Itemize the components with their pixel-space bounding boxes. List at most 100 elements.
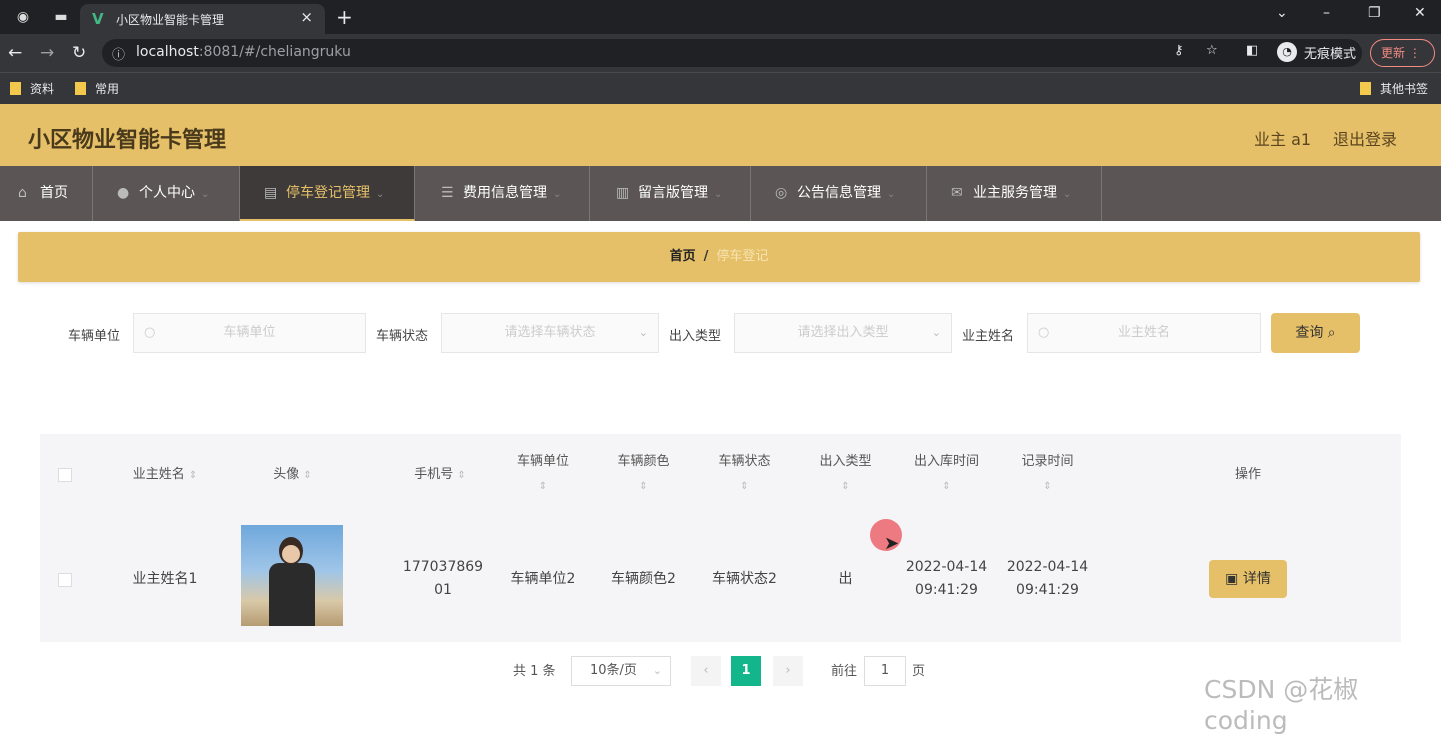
vehicle-status-label: 车辆状态 [376,329,429,344]
sort-icon[interactable]: ⇕ [457,470,465,481]
vehicle-unit-input[interactable]: ○ 车辆单位 [133,313,366,353]
current-user: 业主 a1 [1254,130,1312,149]
site-info-icon[interactable]: ⓘ [112,44,125,63]
mail-icon: ✉ [951,185,963,201]
search-icon: ○ [1038,325,1050,340]
sort-icon[interactable]: ⇕ [694,474,795,499]
bookmark-folder-ziliao[interactable]: 资料 [10,80,54,97]
url-field[interactable]: ⓘ localhost:8081/#/cheliangruku [102,39,1362,67]
inout-type-select[interactable]: 请选择出入类型 ⌄ [734,313,952,353]
col-inout-time[interactable]: 出入库时间 ⇕ [896,434,997,516]
minimize-icon[interactable]: – [1323,5,1330,21]
cell-vehicle-color: 车辆颜色2 [611,570,676,587]
tab-list-chevron-icon[interactable]: ⌄ [1276,5,1288,21]
document-icon: ▥ [616,185,630,201]
menu-item-fees[interactable]: ☰ 费用信息管理 ⌄ [415,166,590,221]
col-vehicle-status[interactable]: 车辆状态 ⇕ [694,434,795,516]
query-button[interactable]: 查询 ⌕ [1271,313,1360,353]
mouse-cursor-icon: ➤ [884,533,900,554]
side-panel-icon[interactable]: ◧ [1246,43,1258,58]
tab-search-icon[interactable]: ▬ [52,8,70,26]
cell-inout-time: 2022-04-14 09:41:29 [905,559,988,598]
cell-vehicle-status: 车辆状态2 [712,570,777,587]
bookmark-folder-changyong[interactable]: 常用 [75,80,119,97]
address-bar: ← → ↻ ⓘ localhost:8081/#/cheliangruku ⚷ … [0,34,1441,72]
select-all-checkbox[interactable] [58,468,72,482]
sort-icon[interactable]: ⇕ [593,474,694,499]
sort-icon[interactable]: ⇕ [493,474,593,499]
restore-icon[interactable]: ❐ [1368,5,1381,21]
col-record-time[interactable]: 记录时间 ⇕ [997,434,1098,516]
menu-item-personal-center[interactable]: ● 个人中心 ⌄ [93,166,240,221]
col-vehicle-unit[interactable]: 车辆单位 ⇕ [493,434,593,516]
incognito-label: 无痕模式 [1304,47,1357,62]
forward-icon[interactable]: → [40,43,54,63]
sort-icon[interactable]: ⇕ [896,474,997,499]
list-icon: ☰ [441,185,454,201]
menu-item-home[interactable]: ⌂ 首页 [0,166,93,221]
owner-name-input[interactable]: ○ 业主姓名 [1027,313,1261,353]
browser-tab-bar: ◉ ▬ V 小区物业智能卡管理 × + ⌄ – ❐ ✕ [0,0,1441,34]
page-size-select[interactable]: 10条/页 ⌄ [571,656,671,686]
menu-item-messages[interactable]: ▥ 留言版管理 ⌄ [590,166,751,221]
next-page-button[interactable]: › [773,656,803,686]
goto-page-input[interactable]: 1 [864,656,906,686]
close-window-icon[interactable]: ✕ [1414,5,1426,21]
other-bookmarks[interactable]: 其他书签 [1360,80,1428,97]
chevron-down-icon: ⌄ [638,326,648,339]
detail-button[interactable]: ▣ 详情 [1209,560,1287,598]
cell-owner-name: 业主姓名1 [132,570,198,587]
browser-tab[interactable]: V 小区物业智能卡管理 × [80,4,325,34]
bookmark-star-icon[interactable]: ☆ [1206,43,1218,58]
top-menu: ⌂ 首页 ● 个人中心 ⌄ ▤ 停车登记管理 ⌄ ☰ 费用信息管理 ⌄ ▥ 留言版管理 ⌄ ◎ 公告… [0,166,1441,221]
col-actions: 操作 [1234,467,1261,482]
url-host: localhost [136,44,199,60]
incognito-icon[interactable]: ◔ [1277,42,1297,62]
chevron-down-icon: ⌄ [887,189,896,200]
folder-icon [75,82,86,95]
document-icon: ▣ [1225,571,1239,587]
back-icon[interactable]: ← [8,43,22,63]
chevron-down-icon: ⌄ [1063,189,1072,200]
reload-icon[interactable]: ↻ [72,43,86,63]
row-checkbox[interactable] [58,573,72,587]
key-icon[interactable]: ⚷ [1174,43,1184,58]
col-phone[interactable]: 手机号 ⇕ [385,434,495,516]
prev-page-button[interactable]: ‹ [691,656,721,686]
sort-icon[interactable]: ⇕ [997,474,1098,499]
watermark: CSDN @花椒coding [1204,675,1359,735]
chevron-down-icon: ⌄ [376,189,385,200]
menu-item-notices[interactable]: ◎ 公告信息管理 ⌄ [751,166,927,221]
sort-icon[interactable]: ⇕ [189,470,197,481]
user-icon: ● [117,185,130,201]
col-owner-name[interactable]: 业主姓名 ⇕ [95,434,235,516]
owner-name-label: 业主姓名 [962,329,1015,344]
menu-item-owner-services[interactable]: ✉ 业主服务管理 ⌄ [927,166,1102,221]
breadcrumb-home[interactable]: 首页 [670,249,696,264]
globe-icon[interactable]: ◉ [14,8,32,26]
col-vehicle-color[interactable]: 车辆颜色 ⇕ [593,434,694,516]
vue-logo-icon: V [92,10,104,28]
col-avatar[interactable]: 头像 ⇕ [235,434,350,516]
current-page[interactable]: 1 [731,656,761,686]
goto-label: 前往 [831,664,858,679]
parking-table: 业主姓名 ⇕ 头像 ⇕ 手机号 ⇕ 车辆单位 ⇕ 车辆颜色 ⇕ 车辆状态 ⇕ 出入类型… [40,434,1401,642]
menu-item-parking[interactable]: ▤ 停车登记管理 ⌄ [240,166,415,221]
cell-vehicle-unit: 车辆单位2 [510,570,576,587]
sort-icon[interactable]: ⇕ [303,470,311,481]
chevron-down-icon: ⌄ [201,189,210,200]
update-label: 更新 [1381,46,1406,60]
update-button[interactable]: 更新 ⋮ [1370,39,1435,67]
chevron-down-icon: ⌄ [931,326,941,339]
vehicle-status-select[interactable]: 请选择车辆状态 ⌄ [441,313,659,353]
col-inout-type[interactable]: 出入类型 ⇕ [795,434,896,516]
page-suffix: 页 [912,664,926,679]
logout-link[interactable]: 退出登录 [1333,126,1397,150]
sort-icon[interactable]: ⇕ [795,474,896,499]
new-tab-icon[interactable]: + [336,5,353,29]
inout-type-label: 出入类型 [669,329,722,344]
chevron-down-icon: ⌄ [652,664,662,677]
search-icon: ⌕ [1327,325,1336,341]
circle-icon: ◎ [775,185,788,201]
close-tab-icon[interactable]: × [300,8,313,26]
